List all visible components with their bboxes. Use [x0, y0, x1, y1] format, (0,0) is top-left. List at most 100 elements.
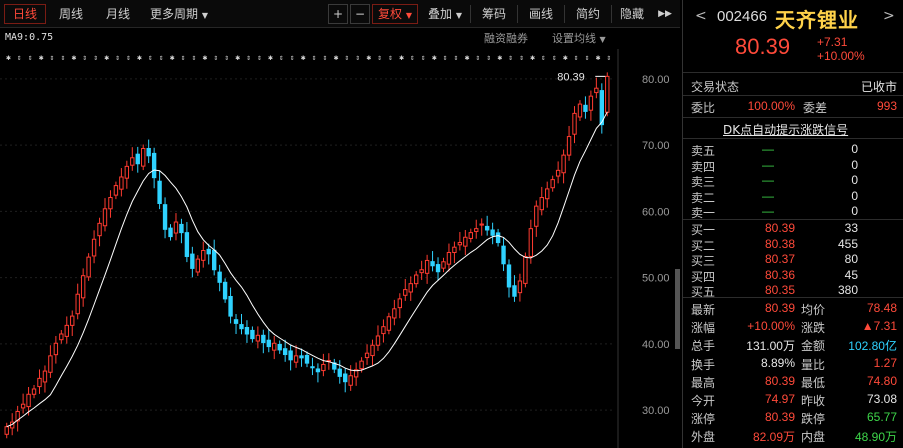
- signal-marker: ✱: [268, 53, 273, 62]
- candle-body: [430, 261, 435, 267]
- divider: [683, 219, 903, 220]
- chart-scroll-handle[interactable]: [675, 269, 680, 349]
- signal-marker: ⇕: [257, 53, 262, 62]
- candle-body: [157, 180, 162, 204]
- stat-value: 102.80亿: [848, 339, 897, 354]
- chips-button[interactable]: 筹码: [474, 4, 514, 24]
- candle-body: [53, 342, 59, 356]
- commission-ratio-value: 100.00%: [747, 99, 795, 113]
- signal-marker: ⇕: [192, 53, 197, 62]
- bid-level-price[interactable]: 80.38: [743, 237, 795, 251]
- stat-label: 均价: [801, 303, 826, 317]
- signal-marker: ⇕: [486, 53, 491, 62]
- candle-body: [80, 275, 86, 299]
- tab-monthly[interactable]: 月线: [97, 4, 139, 24]
- commission-diff-value: 993: [876, 99, 897, 113]
- chevron-down-icon: ▼: [201, 11, 208, 20]
- candle-body: [408, 283, 413, 293]
- ask-level-price[interactable]: —: [753, 189, 783, 203]
- signal-marker: ✱: [497, 53, 502, 62]
- trade-status-label: 交易状态: [691, 80, 740, 94]
- prev-stock-icon[interactable]: <: [695, 8, 707, 24]
- stat-value: 65.77: [866, 410, 897, 425]
- candle-body: [359, 360, 364, 370]
- signal-marker: ⇕: [344, 53, 349, 62]
- price-change: +7.31 +10.00%: [817, 35, 865, 63]
- candle-body: [310, 366, 315, 369]
- signal-marker: ⇕: [443, 53, 448, 62]
- more-periods-label: 更多周期: [150, 7, 199, 21]
- candle-body: [501, 245, 506, 265]
- stock-name: 天齐锂业: [775, 8, 859, 32]
- candle-body: [261, 334, 266, 344]
- stat-label: 内盘: [801, 430, 826, 445]
- adjust-dropdown[interactable]: 复权 ▼: [372, 4, 418, 24]
- candle-body: [545, 188, 550, 200]
- bid-level-price[interactable]: 80.37: [743, 252, 795, 266]
- candle-body: [26, 393, 31, 408]
- ma9-line: [6, 111, 608, 428]
- stat-label: 昨收: [801, 394, 826, 408]
- bid-level-price[interactable]: 80.39: [743, 221, 795, 235]
- more-periods-dropdown[interactable]: 更多周期 ▼: [145, 4, 213, 24]
- overlay-dropdown[interactable]: 叠加 ▼: [422, 4, 468, 24]
- candle-body: [91, 238, 97, 257]
- candle-body: [75, 293, 80, 315]
- candle-body: [364, 352, 370, 359]
- zoom-out-button[interactable]: −: [350, 4, 370, 24]
- chart-toolbar: 日线 周线 月线 更多周期 ▼ + − 复权 ▼ 叠加 ▼ 筹码 画线 简约 隐…: [0, 0, 680, 28]
- ask-level-price[interactable]: —: [753, 204, 783, 218]
- candle-body: [588, 95, 594, 111]
- tab-daily[interactable]: 日线: [4, 4, 46, 24]
- candle-body: [233, 319, 239, 324]
- y-axis-tick-label: 30.00: [642, 405, 670, 417]
- ask-level-price[interactable]: —: [753, 142, 783, 156]
- kline-chart[interactable]: 30.00 40.00 50.00 60.00 70.00 80.00 ✱ ⇕ ⇕ ✱ ⇕ ⇕ ✱ ⇕ ⇕ ✱…: [0, 29, 680, 448]
- signal-marker: ✱: [530, 53, 535, 62]
- zoom-in-button[interactable]: +: [328, 4, 348, 24]
- margin-trading-link[interactable]: 融资融券: [484, 30, 528, 46]
- candle-body: [211, 249, 217, 271]
- candle-body: [484, 225, 490, 231]
- draw-line-button[interactable]: 画线: [521, 4, 561, 24]
- stat-label: 涨跌: [801, 321, 826, 336]
- next-stock-icon[interactable]: >: [883, 8, 895, 24]
- dk-signal-link[interactable]: DK点自动提示涨跌信号: [723, 121, 848, 138]
- stat-value: 82.09万: [752, 430, 795, 445]
- candle-body: [506, 264, 512, 288]
- candle-body: [20, 403, 26, 409]
- stat-value: 1.27: [873, 355, 897, 370]
- candle-body: [102, 208, 108, 227]
- stat-label: 涨幅: [691, 321, 716, 336]
- candle-body: [583, 104, 588, 112]
- signal-marker: ⇕: [126, 53, 131, 62]
- divider: [683, 95, 903, 96]
- simple-mode-button[interactable]: 简约: [568, 4, 608, 24]
- commission-diff-label: 委差: [803, 101, 828, 115]
- candle-body: [523, 255, 528, 284]
- bid-level-price[interactable]: 80.36: [743, 268, 795, 282]
- ma-setting-dropdown[interactable]: 设置均线 ▼: [552, 30, 606, 46]
- candle-body: [321, 363, 326, 372]
- candle-body: [474, 228, 479, 232]
- signal-marker: ⇕: [279, 53, 284, 62]
- bid-level-price[interactable]: 80.35: [743, 283, 795, 297]
- signal-marker: ⇕: [454, 53, 459, 62]
- stat-label: 涨停: [691, 412, 716, 427]
- signal-marker: ✱: [563, 53, 568, 62]
- tab-weekly[interactable]: 周线: [50, 4, 92, 24]
- stat-value: 80.39: [764, 373, 795, 388]
- candle-body: [42, 370, 48, 383]
- ask-level-price[interactable]: —: [753, 158, 783, 172]
- candle-body: [97, 222, 102, 237]
- adjust-label: 复权: [378, 7, 403, 21]
- candle-body: [119, 176, 124, 190]
- candle-body: [4, 426, 9, 435]
- ask-level-price[interactable]: —: [753, 173, 783, 187]
- signal-marker: ⇕: [246, 53, 251, 62]
- expand-icon[interactable]: ▶▶: [654, 4, 676, 24]
- hide-button[interactable]: 隐藏: [612, 4, 652, 24]
- ask-level-label: 卖五: [691, 144, 716, 158]
- last-price-label: 80.39: [557, 71, 585, 83]
- kline-chart-area[interactable]: 30.00 40.00 50.00 60.00 70.00 80.00 ✱ ⇕ ⇕ ✱ ⇕ ⇕ ✱ ⇕ ⇕ ✱…: [0, 29, 680, 448]
